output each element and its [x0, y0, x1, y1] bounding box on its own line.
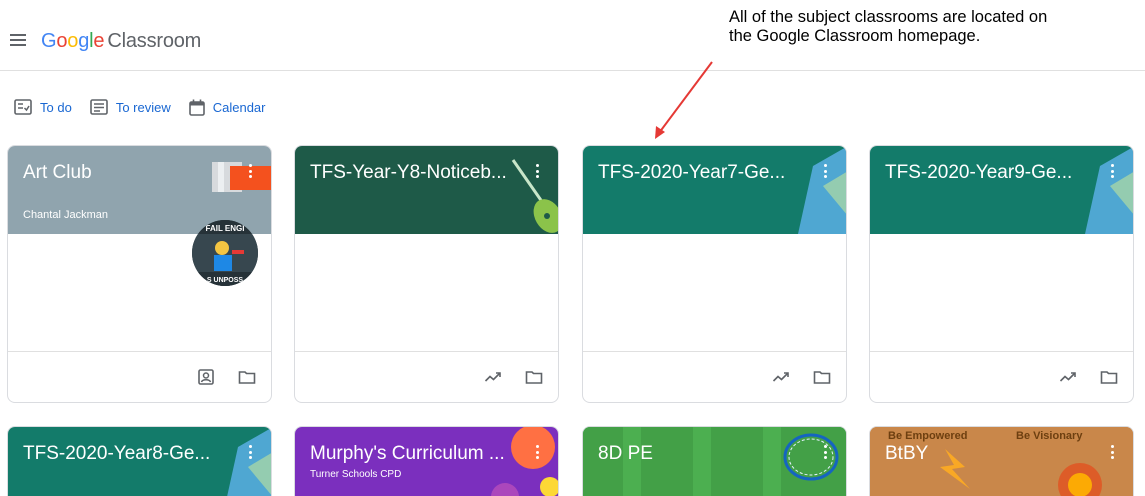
folder-icon[interactable] — [1100, 368, 1118, 386]
logo-letter: e — [93, 30, 105, 52]
class-card-8d-pe[interactable]: 8D PE — [582, 426, 847, 496]
portfolio-icon[interactable] — [197, 368, 215, 386]
class-title[interactable]: BtBY — [885, 443, 928, 465]
todo-label: To do — [40, 99, 72, 115]
trending-up-icon[interactable] — [772, 368, 790, 386]
class-card-art-club[interactable]: Art Club Chantal Jackman FAIL ENGI S UNP… — [7, 145, 272, 403]
more-options-icon[interactable] — [249, 164, 253, 180]
guitar-illustration — [511, 159, 558, 233]
more-options-icon[interactable] — [824, 164, 828, 180]
class-card-murphys-curriculum[interactable]: Murphy's Curriculum ... Turner Schools C… — [294, 426, 559, 496]
avatar-top-text: FAIL ENGI — [206, 224, 245, 233]
more-options-icon[interactable] — [536, 164, 540, 180]
avatar-image: FAIL ENGI S UNPOSS — [192, 220, 258, 286]
card-footer — [870, 351, 1133, 402]
annotation-text: All of the subject classrooms are locate… — [729, 8, 1048, 45]
review-icon — [90, 99, 108, 115]
card-footer — [583, 351, 846, 402]
class-teacher: Turner Schools CPD — [310, 469, 402, 480]
calendar-link[interactable]: Calendar — [188, 99, 266, 116]
class-card-tfs-2020-year7[interactable]: TFS-2020-Year7-Ge... — [582, 145, 847, 403]
more-options-icon[interactable] — [824, 445, 828, 461]
class-title[interactable]: TFS-2020-Year7-Ge... — [598, 162, 785, 184]
more-options-icon[interactable] — [1111, 445, 1115, 461]
banner-text-visionary: Be Visionary — [1016, 430, 1083, 442]
class-title[interactable]: Art Club — [23, 162, 92, 184]
more-options-icon[interactable] — [536, 445, 540, 461]
todo-link[interactable]: To do — [14, 99, 72, 115]
class-card-tfs-year-y8[interactable]: TFS-Year-Y8-Noticeb... — [294, 145, 559, 403]
class-card-tfs-2020-year8[interactable]: TFS-2020-Year8-Ge... — [7, 426, 272, 496]
class-banner — [295, 146, 558, 234]
calendar-label: Calendar — [212, 99, 266, 115]
geography-illustration — [798, 147, 846, 234]
trending-up-icon[interactable] — [484, 368, 502, 386]
class-card-tfs-2020-year9[interactable]: TFS-2020-Year9-Ge... — [869, 145, 1134, 403]
avatar-bottom-text: S UNPOSS — [207, 277, 244, 284]
more-options-icon[interactable] — [249, 445, 253, 461]
trending-up-icon[interactable] — [1059, 368, 1077, 386]
folder-icon[interactable] — [813, 368, 831, 386]
class-title[interactable]: TFS-Year-Y8-Noticeb... — [310, 162, 507, 184]
geography-illustration — [1085, 147, 1133, 234]
folder-icon[interactable] — [238, 368, 256, 386]
hamburger-menu-icon[interactable] — [10, 34, 26, 46]
class-title[interactable]: TFS-2020-Year9-Ge... — [885, 162, 1072, 184]
product-name: Classroom — [107, 30, 202, 52]
todo-icon — [14, 99, 32, 115]
banner-text-empowered: Be Empowered — [888, 430, 967, 442]
class-teacher: Chantal Jackman — [23, 209, 108, 221]
google-classroom-logo[interactable]: Google Classroom — [41, 30, 201, 53]
calendar-icon — [188, 99, 205, 116]
logo-letter: o — [67, 30, 79, 52]
class-title[interactable]: TFS-2020-Year8-Ge... — [23, 443, 210, 465]
logo-letter: G — [41, 30, 57, 52]
logo-letter: g — [78, 30, 90, 52]
class-card-btby[interactable]: Be Empowered Be Visionary BtBY — [869, 426, 1134, 496]
folder-icon[interactable] — [525, 368, 543, 386]
to-review-label: To review — [115, 99, 171, 115]
logo-letter: o — [56, 30, 68, 52]
to-review-link[interactable]: To review — [90, 99, 171, 115]
more-options-icon[interactable] — [1111, 164, 1115, 180]
card-footer — [295, 351, 558, 402]
class-banner — [870, 146, 1133, 234]
class-title[interactable]: 8D PE — [598, 443, 653, 465]
teacher-avatar: FAIL ENGI S UNPOSS — [192, 220, 258, 286]
class-banner — [583, 146, 846, 234]
subnav-bar: To do To review Calendar — [14, 97, 284, 117]
card-footer — [8, 351, 271, 402]
class-title[interactable]: Murphy's Curriculum ... — [310, 443, 505, 465]
